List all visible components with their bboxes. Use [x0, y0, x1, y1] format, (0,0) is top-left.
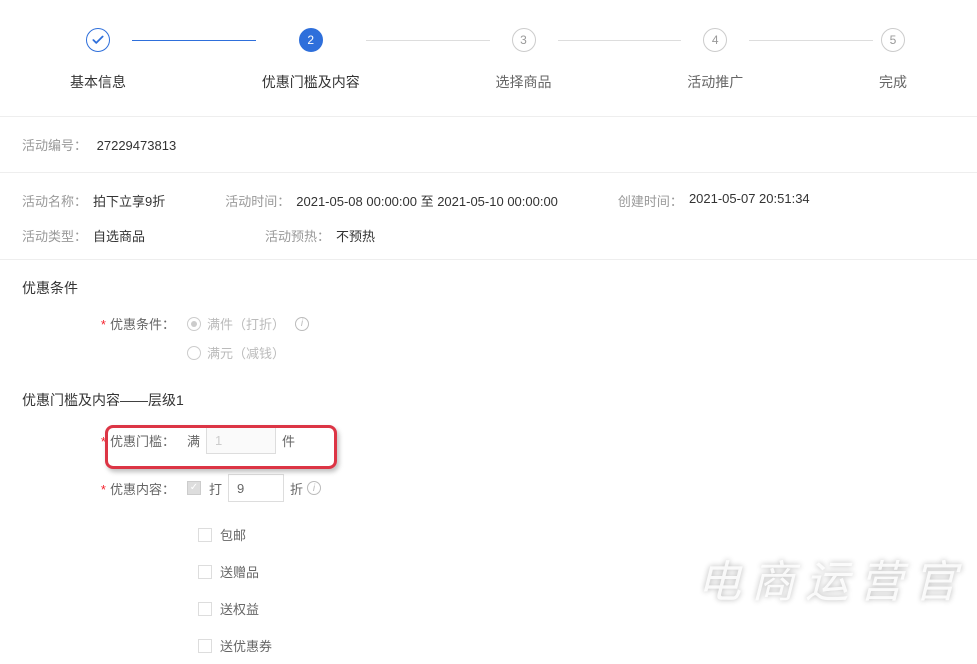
- gift-row: 送赠品: [0, 553, 977, 590]
- step-label: 活动推广: [687, 72, 743, 92]
- benefit-row: 送权益: [0, 590, 977, 627]
- conditions-label: 优惠条件：: [110, 317, 175, 332]
- preheat-value: 不预热: [336, 226, 375, 245]
- activity-id-label: 活动编号：: [22, 138, 87, 153]
- coupon-label: 送优惠券: [220, 636, 272, 655]
- step-4[interactable]: 4 活动推广: [687, 28, 743, 92]
- content-label: 优惠内容：: [110, 482, 175, 497]
- activity-type-label: 活动类型：: [22, 226, 87, 245]
- step-label: 完成: [879, 72, 907, 92]
- conditions-title: 优惠条件: [0, 260, 977, 308]
- activity-type-value: 自选商品: [93, 226, 145, 245]
- gift-checkbox[interactable]: [198, 565, 212, 579]
- radio-label-1: 满件（打折）: [207, 314, 285, 333]
- benefit-label: 送权益: [220, 599, 259, 618]
- radio-label-2: 满元（减钱）: [207, 343, 285, 362]
- unit-zhe: 折: [290, 479, 303, 498]
- step-connector: [749, 40, 873, 41]
- activity-time-label: 活动时间：: [225, 191, 290, 210]
- radio-count-discount[interactable]: [187, 317, 201, 331]
- activity-time-value: 2021-05-08 00:00:00 至 2021-05-10 00:00:0…: [296, 191, 558, 210]
- free-ship-row: 包邮: [0, 516, 977, 553]
- step-label: 选择商品: [496, 72, 552, 92]
- benefit-checkbox[interactable]: [198, 602, 212, 616]
- check-icon: [86, 28, 110, 52]
- step-connector: [132, 40, 256, 41]
- prefix-da: 打: [209, 479, 222, 498]
- activity-name-label: 活动名称：: [22, 191, 87, 210]
- step-label: 优惠门槛及内容: [262, 72, 360, 92]
- info-icon[interactable]: i: [307, 481, 321, 495]
- threshold-input[interactable]: [206, 426, 276, 454]
- prefix-man: 满: [187, 431, 200, 450]
- free-ship-label: 包邮: [220, 525, 246, 544]
- activity-info-section: 活动名称： 拍下立享9折 活动时间： 2021-05-08 00:00:00 至…: [0, 173, 977, 260]
- activity-id-section: 活动编号： 27229473813: [0, 117, 977, 173]
- step-label: 基本信息: [70, 72, 126, 92]
- threshold-title: 优惠门槛及内容——层级1: [0, 368, 977, 420]
- step-5[interactable]: 5 完成: [879, 28, 907, 92]
- step-2[interactable]: 2 优惠门槛及内容: [262, 28, 360, 92]
- activity-name-value: 拍下立享9折: [93, 191, 165, 210]
- coupon-checkbox[interactable]: [198, 639, 212, 653]
- create-time-value: 2021-05-07 20:51:34: [689, 191, 810, 210]
- radio-amount-reduce[interactable]: [187, 346, 201, 360]
- discount-checkbox[interactable]: [187, 481, 201, 495]
- step-number: 5: [881, 28, 905, 52]
- threshold-row: *优惠门槛： 满 件: [0, 420, 977, 460]
- step-1[interactable]: 基本信息: [70, 28, 126, 92]
- content-row: *优惠内容： 打 折 i: [0, 460, 977, 516]
- threshold-label: 优惠门槛：: [110, 434, 175, 449]
- conditions-row: *优惠条件： 满件（打折） i 满元（减钱）: [0, 308, 977, 368]
- gift-label: 送赠品: [220, 562, 259, 581]
- step-number: 2: [299, 28, 323, 52]
- wizard-steps: 基本信息 2 优惠门槛及内容 3 选择商品 4 活动推广 5 完成: [0, 0, 977, 117]
- unit-jian: 件: [282, 431, 295, 450]
- activity-id-value: 27229473813: [97, 138, 177, 153]
- info-icon[interactable]: i: [295, 317, 309, 331]
- step-3[interactable]: 3 选择商品: [496, 28, 552, 92]
- free-ship-checkbox[interactable]: [198, 528, 212, 542]
- step-connector: [558, 40, 682, 41]
- step-number: 3: [512, 28, 536, 52]
- discount-input[interactable]: [228, 474, 284, 502]
- step-connector: [366, 40, 490, 41]
- step-number: 4: [703, 28, 727, 52]
- create-time-label: 创建时间：: [618, 191, 683, 210]
- coupon-row: 送优惠券: [0, 627, 977, 664]
- preheat-label: 活动预热：: [265, 226, 330, 245]
